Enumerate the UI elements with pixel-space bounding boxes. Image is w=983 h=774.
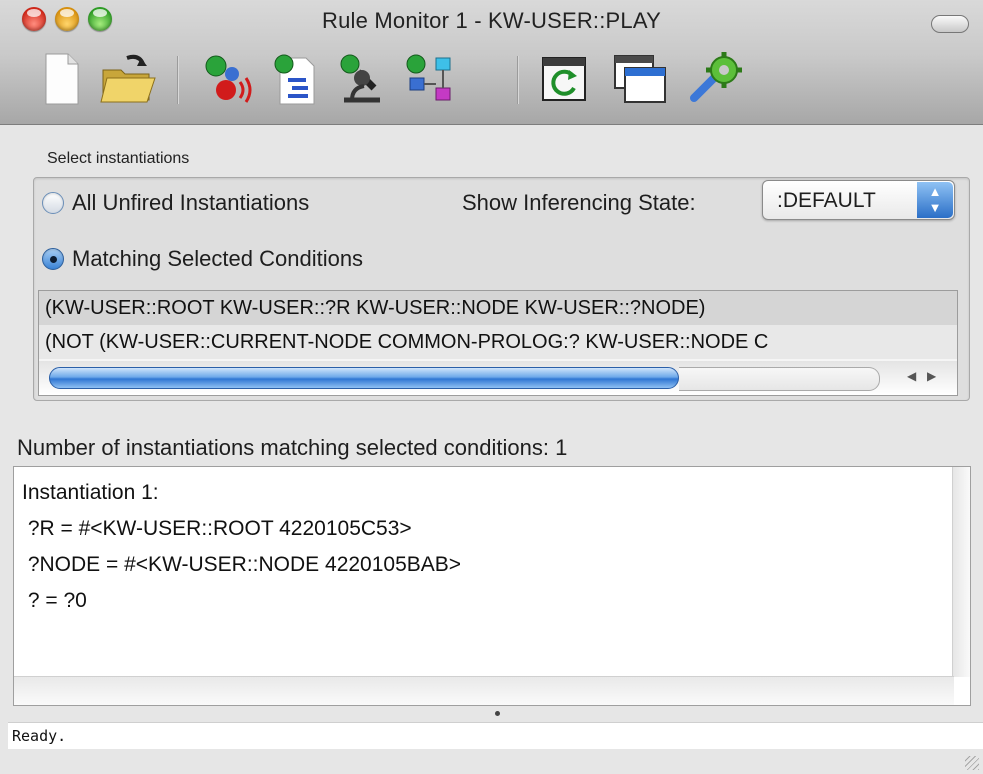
rule-network-icon[interactable] xyxy=(398,48,460,110)
settings-gear-icon[interactable] xyxy=(684,48,746,110)
instantiation-line: ?R = #<KW-USER::ROOT 4220105C53> xyxy=(22,517,412,540)
rule-monitor-window: Rule Monitor 1 - KW-USER::PLAY Select in… xyxy=(0,0,983,774)
refresh-window-icon[interactable] xyxy=(533,48,595,110)
matching-selected-radio[interactable]: Matching Selected Conditions xyxy=(42,246,363,272)
new-window-icon[interactable] xyxy=(609,48,671,110)
window-title: Rule Monitor 1 - KW-USER::PLAY xyxy=(322,8,661,33)
matching-selected-label: Matching Selected Conditions xyxy=(72,246,364,271)
instantiation-lines: Instantiation 1: ?R = #<KW-USER::ROOT 42… xyxy=(22,475,461,619)
instantiation-line: ?NODE = #<KW-USER::NODE 4220105BAB> xyxy=(22,553,462,576)
text-area-vscrollbar[interactable] xyxy=(952,467,970,677)
radio-unchecked-icon[interactable] xyxy=(42,192,64,214)
inferencing-state-select[interactable]: :DEFAULT ▲ ▼ xyxy=(762,180,955,220)
text-area-hscrollbar[interactable] xyxy=(14,676,954,705)
radio-checked-icon[interactable] xyxy=(42,248,64,270)
hscroll-track[interactable] xyxy=(679,367,880,391)
inferencing-state-label: Show Inferencing State: xyxy=(462,190,696,215)
resize-grip-icon[interactable] xyxy=(965,756,979,770)
title-toolbar: Rule Monitor 1 - KW-USER::PLAY xyxy=(0,0,983,125)
instantiation-line: Instantiation 1: xyxy=(22,481,159,504)
instantiation-count-label: Number of instantiations matching select… xyxy=(17,435,568,460)
instantiation-line: ? = ?0 xyxy=(22,589,87,612)
conditions-list[interactable]: (KW-USER::ROOT KW-USER::?R KW-USER::NODE… xyxy=(38,290,958,396)
select-instantiations-label: Select instantiations xyxy=(47,150,190,167)
open-folder-icon[interactable] xyxy=(97,48,159,110)
status-bar: Ready. xyxy=(8,722,983,749)
scroll-left-icon[interactable]: ◀ xyxy=(907,369,916,383)
rule-document-icon[interactable] xyxy=(264,48,326,110)
condition-row[interactable]: (KW-USER::ROOT KW-USER::?R KW-USER::NODE… xyxy=(39,291,957,325)
hscroll-thumb[interactable] xyxy=(49,367,679,389)
conditions-hscrollbar[interactable]: ◀ ▶ xyxy=(39,361,957,395)
condition-row[interactable]: (NOT (KW-USER::CURRENT-NODE COMMON-PROLO… xyxy=(39,325,957,359)
inspect-rule-icon[interactable] xyxy=(330,48,392,110)
all-unfired-label: All Unfired Instantiations xyxy=(72,190,310,215)
pane-splitter[interactable] xyxy=(0,707,983,721)
updown-arrows-icon: ▲ ▼ xyxy=(917,182,953,218)
all-unfired-radio[interactable]: All Unfired Instantiations xyxy=(42,190,309,216)
toolbar-toggle-button[interactable] xyxy=(931,15,969,33)
scroll-right-icon[interactable]: ▶ xyxy=(927,369,936,383)
rules-sound-icon[interactable] xyxy=(196,48,258,110)
instantiations-text-area[interactable]: Instantiation 1: ?R = #<KW-USER::ROOT 42… xyxy=(13,466,971,706)
splitter-handle-icon[interactable] xyxy=(495,711,500,716)
new-document-icon[interactable] xyxy=(30,48,92,110)
inferencing-state-value: :DEFAULT xyxy=(777,189,876,212)
